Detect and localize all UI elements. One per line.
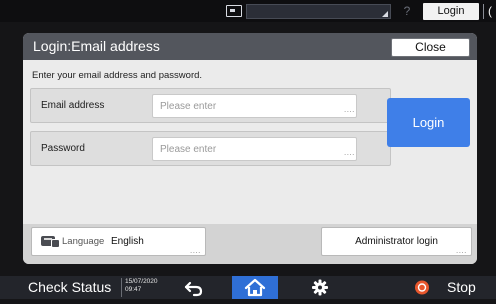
more-icon: .... — [456, 246, 467, 255]
more-icon: .... — [344, 105, 355, 114]
stop-icon[interactable] — [413, 276, 431, 299]
help-icon[interactable]: ? — [399, 3, 415, 19]
more-icon: .... — [344, 148, 355, 157]
top-login-button[interactable]: Login — [423, 3, 479, 20]
administrator-login-label: Administrator login — [355, 236, 438, 247]
administrator-login-button[interactable]: Administrator login .... — [321, 227, 472, 256]
date-text: 15/07/2020 — [125, 278, 158, 285]
password-label: Password — [41, 143, 85, 154]
home-icon — [244, 278, 266, 297]
login-dialog: Login:Email address Close Enter your ema… — [23, 33, 477, 264]
time-text: 09:47 — [125, 286, 142, 293]
top-status-bar: ? Login ( — [0, 0, 496, 22]
email-field[interactable] — [152, 94, 357, 118]
dialog-footer: Language English .... Administrator logi… — [23, 224, 477, 264]
top-extra-button[interactable]: ( — [484, 3, 496, 20]
bottom-bar: Check Status 15/07/2020 09:47 Stop — [0, 276, 496, 299]
email-label: Email address — [41, 100, 105, 111]
login-button[interactable]: Login — [387, 98, 470, 147]
date-time: 15/07/2020 09:47 — [121, 278, 158, 297]
language-keyboard-icon — [51, 239, 60, 248]
check-status-button[interactable]: Check Status — [28, 276, 111, 299]
panel-display-icon[interactable] — [226, 5, 242, 17]
top-status-field[interactable] — [246, 4, 391, 19]
home-button[interactable] — [232, 276, 278, 299]
more-icon: .... — [190, 246, 201, 255]
stop-button[interactable]: Stop — [447, 276, 476, 299]
password-field[interactable] — [152, 137, 357, 161]
language-value: English — [111, 236, 144, 247]
corner-triangle-icon — [382, 11, 388, 17]
back-icon[interactable] — [182, 276, 206, 299]
dialog-title: Login:Email address — [33, 38, 160, 54]
language-button[interactable]: Language English .... — [31, 227, 206, 256]
settings-gear-icon[interactable] — [308, 276, 332, 299]
instruction-text: Enter your email address and password. — [32, 70, 203, 81]
email-row: Email address .... — [30, 88, 391, 123]
close-button[interactable]: Close — [391, 38, 470, 57]
password-row: Password .... — [30, 131, 391, 166]
dialog-header: Login:Email address Close — [23, 33, 477, 60]
language-label: Language — [62, 236, 105, 247]
